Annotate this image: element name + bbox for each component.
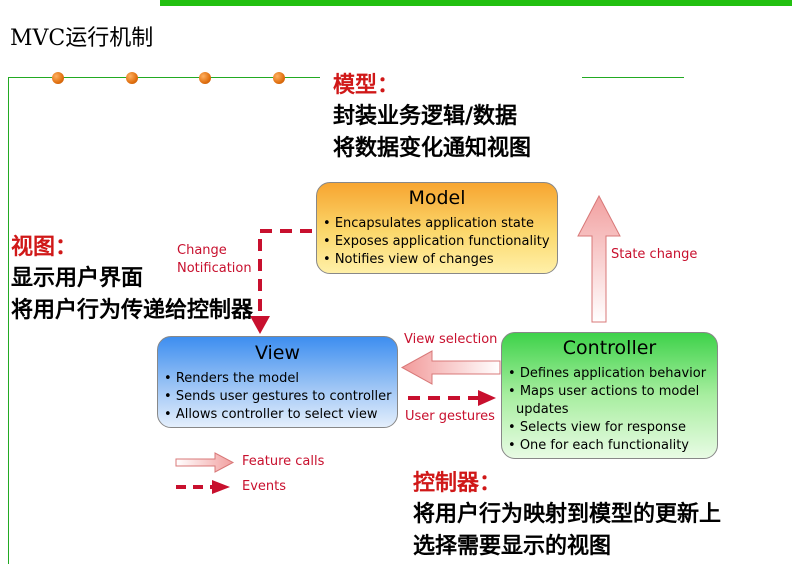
model-item: Notifies view of changes — [321, 251, 557, 269]
model-note-heading: 模型： — [333, 73, 400, 98]
controller-box: Controller Defines application behavior … — [501, 332, 718, 459]
view-item: Renders the model — [162, 370, 397, 388]
view-item: Allows controller to select view — [162, 406, 397, 424]
user-gestures-label: User gestures — [405, 409, 495, 424]
view-selection-label: View selection — [404, 332, 498, 347]
controller-note: 控制器： 将用户行为映射到模型的更新上 选择需要显示的视图 — [413, 469, 721, 563]
change-notification-arrow — [258, 229, 312, 318]
model-note-line: 封装业务逻辑/数据 — [333, 104, 518, 129]
controller-item: Defines application behavior — [506, 365, 717, 383]
controller-title: Controller — [562, 337, 657, 359]
model-title: Model — [408, 187, 466, 209]
controller-item: One for each functionality — [506, 437, 717, 455]
model-note-line: 将数据变化通知视图 — [333, 136, 532, 161]
controller-item: Selects view for response — [506, 419, 717, 437]
model-note: 模型： 封装业务逻辑/数据 将数据变化通知视图 — [333, 71, 531, 165]
view-note: 视图： 显示用户界面 将用户行为传递给控制器 — [11, 233, 253, 327]
view-note-line: 将用户行为传递给控制器 — [11, 298, 254, 323]
model-box: Model Encapsulates application state Exp… — [316, 182, 558, 274]
legend-feature-calls-label: Feature calls — [242, 454, 325, 469]
controller-note-line: 选择需要显示的视图 — [413, 534, 612, 559]
view-item: Sends user gestures to controller — [162, 388, 397, 406]
view-note-heading: 视图： — [11, 235, 78, 260]
model-item: Encapsulates application state — [321, 215, 557, 233]
legend-feature-calls-arrow — [175, 452, 235, 473]
controller-note-heading: 控制器： — [413, 471, 502, 496]
view-note-line: 显示用户界面 — [11, 266, 144, 291]
legend-events-label: Events — [242, 479, 287, 494]
controller-item: Maps user actions to model updates — [506, 383, 717, 419]
model-item: Exposes application functionality — [321, 233, 557, 251]
view-selection-arrow — [400, 350, 501, 385]
controller-note-line: 将用户行为映射到模型的更新上 — [413, 502, 722, 527]
view-box: View Renders the model Sends user gestur… — [157, 336, 398, 428]
state-change-label: State change — [611, 247, 698, 262]
view-title: View — [254, 342, 301, 364]
